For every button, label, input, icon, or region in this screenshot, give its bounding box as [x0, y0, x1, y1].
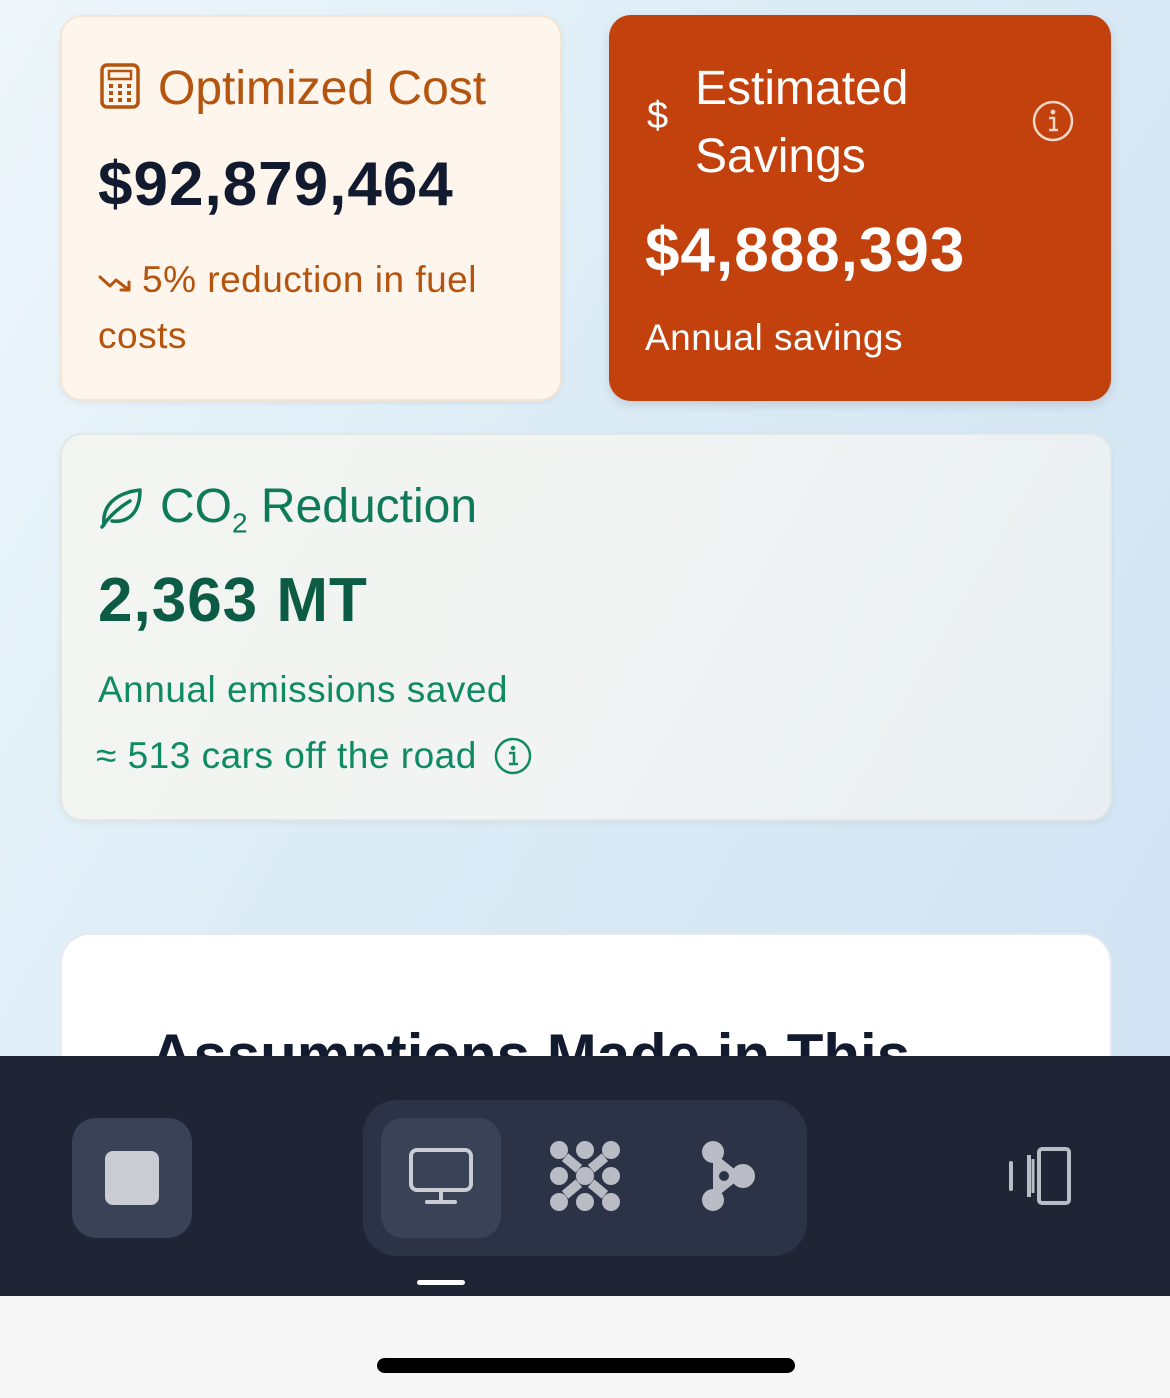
rotate-device-icon	[1003, 1145, 1077, 1212]
share-mode-button[interactable]	[669, 1118, 789, 1238]
stop-button[interactable]	[72, 1118, 192, 1238]
dollar-icon: $	[647, 95, 669, 137]
co2-title-suffix: Reduction	[247, 480, 478, 533]
optimized-cost-note-text: 5% reduction in fuel costs	[98, 259, 477, 357]
assumptions-title: Assumptions Made in This	[150, 1022, 911, 1056]
monitor-icon	[407, 1146, 475, 1211]
optimized-cost-note: 5% reduction in fuel costs	[98, 253, 538, 363]
home-indicator[interactable]	[377, 1358, 795, 1373]
optimized-cost-title: Optimized Cost	[158, 62, 487, 115]
info-icon[interactable]	[1031, 99, 1075, 148]
co2-reduction-note: Annual emissions saved	[98, 669, 508, 710]
bottom-toolbar	[0, 1056, 1170, 1296]
dots-grid-icon	[547, 1138, 623, 1219]
estimated-savings-note: Annual savings	[645, 317, 903, 358]
optimized-cost-card: Optimized Cost $92,879,464 5% reduction …	[60, 15, 562, 401]
leaf-icon	[98, 485, 144, 534]
co2-reduction-header: CO2 Reduction	[98, 479, 477, 540]
co2-reduction-value: 2,363 MT	[98, 566, 368, 635]
grid-mode-button[interactable]	[525, 1118, 645, 1238]
rotate-device-button[interactable]	[980, 1118, 1100, 1238]
mode-switcher	[363, 1100, 807, 1256]
calculator-icon	[100, 63, 140, 114]
co2-reduction-title: CO2 Reduction	[160, 479, 477, 540]
info-icon[interactable]	[493, 736, 533, 776]
toolbar-grabber	[417, 1280, 465, 1285]
assumptions-card: Assumptions Made in This	[60, 933, 1112, 1056]
cars-equivalent-text: ≈ 513 cars off the road	[96, 735, 477, 776]
cars-equivalent: ≈ 513 cars off the road	[96, 735, 533, 777]
co2-title-prefix: CO	[160, 480, 232, 533]
optimized-cost-header: Optimized Cost	[100, 61, 486, 116]
share-nodes-icon	[699, 1138, 759, 1219]
trending-down-icon	[98, 255, 132, 309]
estimated-savings-value: $4,888,393	[645, 216, 966, 285]
optimized-cost-value: $92,879,464	[98, 150, 454, 219]
co2-title-subscript: 2	[232, 507, 248, 539]
co2-reduction-card: CO2 Reduction 2,363 MT Annual emissions …	[60, 433, 1112, 821]
estimated-savings-card: $ Estimated Savings $4,888,393 Annual sa…	[609, 15, 1111, 401]
page-background: Optimized Cost $92,879,464 5% reduction …	[0, 0, 1170, 1056]
stop-icon	[105, 1151, 159, 1205]
monitor-mode-button[interactable]	[381, 1118, 501, 1238]
bottom-safe-area	[0, 1296, 1170, 1398]
estimated-savings-title: Estimated Savings	[695, 62, 909, 183]
